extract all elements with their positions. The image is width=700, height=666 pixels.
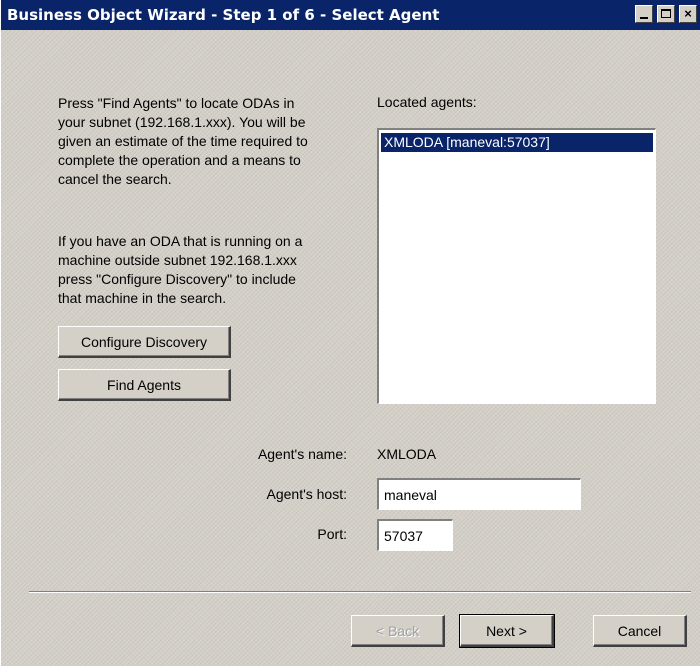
located-agents-list[interactable]: XMLODA [maneval:57037] (377, 128, 656, 404)
find-agents-instructions: Press "Find Agents" to locate ODAs in yo… (58, 94, 318, 189)
button-separator (29, 591, 691, 593)
window-title: Business Object Wizard - Step 1 of 6 - S… (7, 6, 440, 24)
port-input[interactable] (377, 519, 453, 551)
wizard-window: Business Object Wizard - Step 1 of 6 - S… (0, 0, 700, 666)
cancel-button[interactable]: Cancel (593, 615, 687, 647)
agent-host-label: Agent's host: (266, 486, 348, 502)
configure-discovery-button[interactable]: Configure Discovery (58, 326, 231, 358)
next-button[interactable]: Next > (459, 614, 555, 648)
port-label: Port: (317, 526, 347, 542)
close-icon: × (684, 6, 692, 21)
find-agents-instructions-text: Press "Find Agents" to locate ODAs in yo… (58, 95, 308, 187)
find-agents-button[interactable]: Find Agents (58, 369, 231, 401)
minimize-button[interactable] (635, 5, 653, 23)
agent-host-input[interactable] (377, 478, 581, 510)
close-button[interactable]: × (679, 5, 697, 23)
configure-discovery-instructions: If you have an ODA that is running on a … (58, 232, 318, 308)
list-item[interactable]: XMLODA [maneval:57037] (381, 133, 653, 152)
agent-name-value: XMLODA (377, 446, 437, 462)
maximize-icon (661, 9, 671, 18)
title-bar[interactable]: Business Object Wizard - Step 1 of 6 - S… (1, 0, 700, 30)
agent-name-label: Agent's name: (257, 446, 347, 462)
located-agents-label: Located agents: (377, 94, 477, 110)
minimize-icon (640, 17, 648, 19)
back-button[interactable]: < Back (351, 615, 445, 647)
maximize-button[interactable] (657, 5, 675, 23)
configure-discovery-instructions-text: If you have an ODA that is running on a … (58, 233, 303, 306)
